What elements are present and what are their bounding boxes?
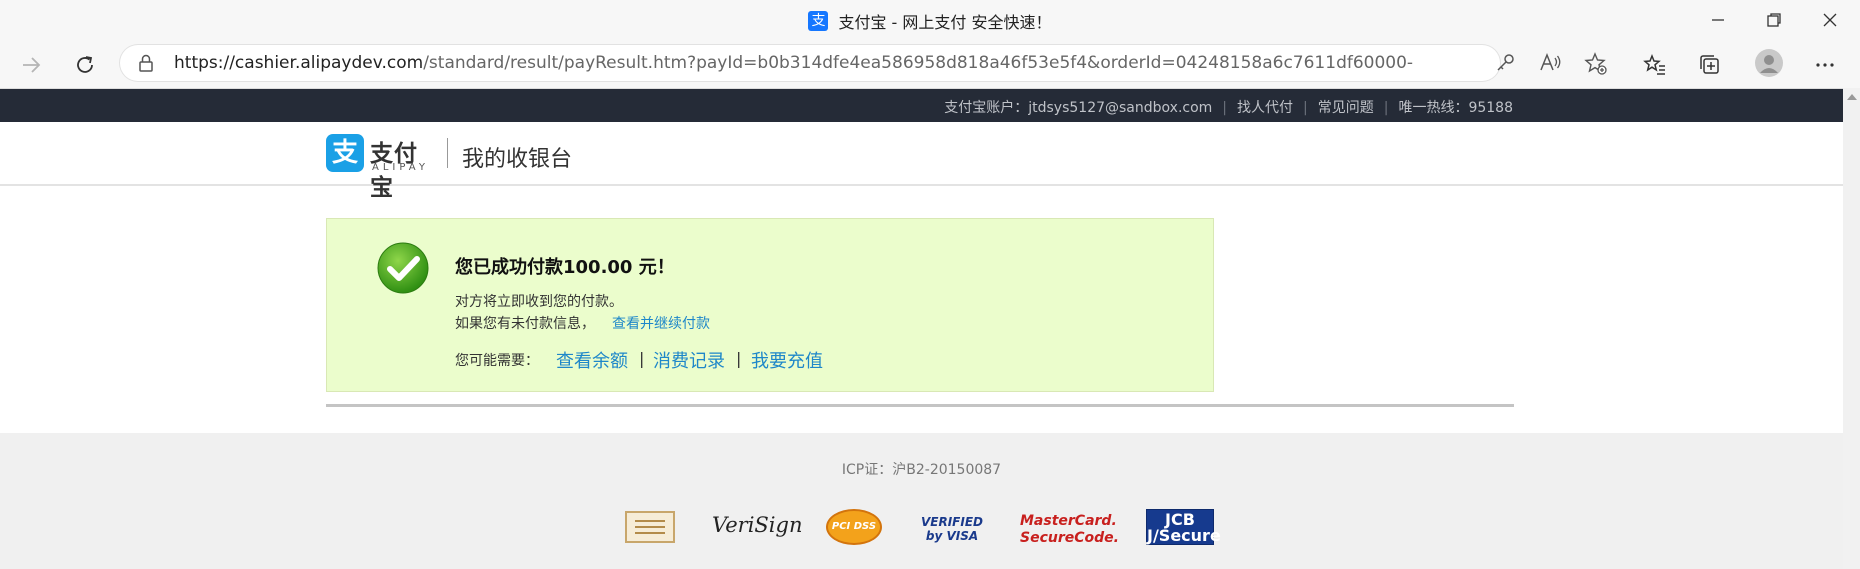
address-bar[interactable]: https://cashier.alipaydev.com/standard/r…	[120, 45, 1607, 81]
restore-button[interactable]	[1762, 8, 1786, 32]
key-icon[interactable]	[1494, 52, 1516, 74]
collections-icon[interactable]	[1697, 52, 1723, 78]
minimize-button[interactable]	[1706, 8, 1730, 32]
success-line-1: 对方将立即收到您的付款。	[455, 294, 623, 310]
close-window-button[interactable]	[1818, 8, 1842, 32]
view-balance-link[interactable]: 查看余额	[556, 347, 628, 373]
jcb-badge-text: JCB J/Secure	[1147, 510, 1221, 545]
you-may-need-label: 您可能需要：	[455, 353, 539, 369]
page-scrollbar[interactable]	[1843, 88, 1860, 569]
more-options-icon[interactable]	[1812, 52, 1838, 78]
window-title: 支支付宝 - 网上支付 安全快速！	[0, 9, 1860, 33]
verisign-badge[interactable]: VeriSign	[712, 513, 803, 549]
alipay-logo[interactable]: 支 支付宝 ALIPAY	[326, 134, 438, 201]
cashier-header: 支 支付宝 ALIPAY 我的收银台	[0, 122, 1843, 201]
success-check-icon	[377, 242, 429, 294]
account-label: 支付宝账户：	[944, 100, 1029, 116]
top-up-link[interactable]: 我要充值	[751, 347, 823, 373]
view-and-continue-pay-link[interactable]: 查看并继续付款	[612, 313, 710, 333]
favorites-icon[interactable]	[1642, 52, 1668, 78]
success-line-2: 如果您有未付款信息，	[455, 316, 595, 332]
page-footer: ICP证：沪B2-20150087 VeriSign PCI DSS VERIF…	[0, 433, 1843, 569]
alipay-favicon-icon: 支	[808, 11, 829, 31]
lock-icon[interactable]	[138, 54, 154, 72]
separator: |	[1383, 100, 1389, 116]
separator: |	[1222, 100, 1228, 116]
jcb-jsecure-badge[interactable]: JCB J/Secure	[1146, 509, 1221, 545]
browser-toolbar: https://cashier.alipaydev.com/standard/r…	[0, 41, 1860, 89]
payment-success-box: 您已成功付款100.00 元！ 对方将立即收到您的付款。 如果您有未付款信息， …	[326, 218, 1214, 392]
separator: |	[736, 349, 742, 368]
content-divider	[326, 404, 1514, 407]
scroll-up-arrow-icon[interactable]	[1847, 94, 1857, 100]
url-path: /standard/result/payResult.htm?payId=b0b…	[423, 53, 1414, 73]
refresh-icon[interactable]	[72, 52, 98, 78]
account-value: jtdsys5127@sandbox.com	[1028, 100, 1213, 116]
pay-for-others-link[interactable]: 找人代付	[1237, 100, 1293, 116]
add-favorite-icon[interactable]	[1584, 52, 1608, 76]
pci-dss-badge[interactable]: PCI DSS	[826, 509, 882, 545]
url-host: https://cashier.alipaydev.com	[174, 53, 424, 73]
hotline-text: 唯一热线：95188	[1398, 100, 1513, 116]
success-title: 您已成功付款100.00 元！	[455, 257, 675, 278]
separator: |	[639, 349, 645, 368]
separator: |	[1303, 100, 1308, 116]
alipay-logo-icon: 支	[326, 134, 364, 172]
account-strip: 支付宝账户：jtdsys5127@sandbox.com | 找人代付 | 常见问题 | 唯…	[0, 89, 1843, 122]
url-text[interactable]: https://cashier.alipaydev.com/standard/r…	[174, 53, 1414, 73]
page-title: 我的收银台	[462, 147, 573, 172]
browser-title-bar: 支支付宝 - 网上支付 安全快速！	[0, 0, 1860, 41]
header-divider	[447, 138, 448, 168]
mastercard-securecode-badge[interactable]: MasterCard. SecureCode.	[1020, 513, 1119, 549]
profile-avatar-icon[interactable]	[1754, 48, 1784, 78]
business-license-badge-icon[interactable]	[625, 511, 675, 543]
verified-by-visa-badge[interactable]: VERIFIED by VISA	[920, 515, 984, 551]
transaction-history-link[interactable]: 消费记录	[653, 347, 725, 373]
logo-en-text: ALIPAY	[372, 162, 429, 173]
tab-title: 支付宝 - 网上支付 安全快速！	[838, 13, 1052, 32]
faq-link[interactable]: 常见问题	[1318, 100, 1374, 116]
forward-icon[interactable]	[18, 52, 44, 78]
icp-license[interactable]: ICP证：沪B2-20150087	[0, 459, 1843, 479]
read-aloud-icon[interactable]	[1538, 52, 1562, 74]
